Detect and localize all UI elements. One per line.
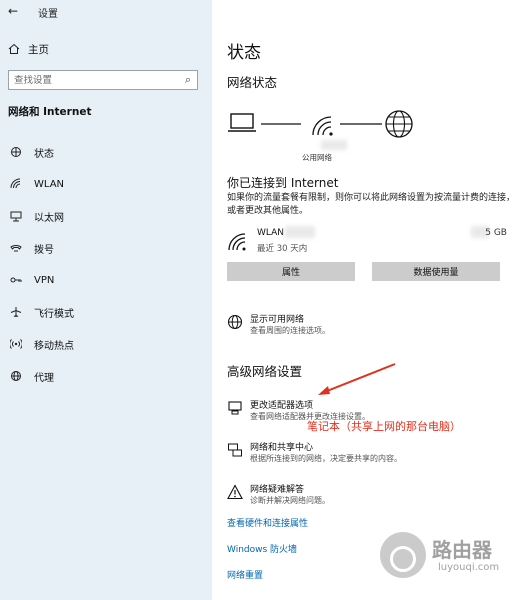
sidebar-item-label: 状态 (34, 148, 54, 160)
search-input[interactable] (14, 74, 179, 86)
properties-button[interactable]: 属性 (227, 262, 355, 281)
connected-title: 你已连接到 Internet (227, 176, 339, 190)
show-available-networks[interactable]: 显示可用网络 查看周围的连接选项。 (227, 312, 517, 346)
airplane-icon (10, 307, 22, 317)
globe-network-icon (227, 314, 243, 330)
home-icon (8, 43, 20, 54)
network-sharing-center[interactable]: 网络和共享中心 根据所连接到的网络，决定要共享的内容。 (227, 440, 517, 474)
sidebar: ← 设置 主页 ⌕ 网络和 Internet 状态 WLAN 以太网 拨号 VP… (0, 0, 212, 600)
sidebar-item-dialup[interactable]: 拨号 (0, 232, 212, 264)
wifi-icon (10, 178, 21, 189)
data-usage-button[interactable]: 数据使用量 (372, 262, 500, 281)
hardware-properties-link[interactable]: 查看硬件和连接属性 (227, 516, 308, 529)
sidebar-item-label: 拨号 (34, 244, 54, 256)
home-nav-item[interactable]: 主页 (8, 40, 198, 58)
sharing-center-icon (228, 443, 242, 457)
search-box[interactable]: ⌕ (8, 70, 198, 90)
sidebar-item-hotspot[interactable]: 移动热点 (0, 328, 212, 360)
option-desc: 根据所连接到的网络，决定要共享的内容。 (250, 454, 402, 463)
main-content: 状态 网络状态 公用网络 你已连接到 Internet 如果你的流量套餐有限制，… (212, 0, 522, 600)
hotspot-icon (10, 339, 22, 349)
sidebar-item-wlan[interactable]: WLAN (0, 168, 212, 200)
search-icon[interactable]: ⌕ (179, 73, 197, 87)
option-desc: 诊断并解决网络问题。 (250, 496, 330, 505)
watermark-text: 路由器 (432, 538, 492, 562)
option-title: 网络疑难解答 (250, 485, 305, 495)
network-troubleshooter[interactable]: 网络疑难解答 诊断并解决网络问题。 (227, 482, 517, 516)
public-network-label: 公用网络 (302, 153, 332, 162)
option-title: 网络和共享中心 (250, 443, 314, 453)
status-icon (11, 147, 21, 157)
watermark-logo-icon (380, 532, 426, 578)
option-title: 更改适配器选项 (250, 401, 314, 411)
sidebar-item-label: 以太网 (34, 212, 64, 224)
connected-description: 如果你的流量套餐有限制，则你可以将此网络设置为按流量计费的连接，或者更改其他属性… (227, 193, 516, 216)
section-title: 网络和 Internet (8, 106, 92, 118)
wlan-usage-row: WLAN 最近 30 天内 5 GB (227, 226, 507, 256)
network-status-heading: 网络状态 (227, 75, 278, 90)
home-label: 主页 (28, 43, 49, 56)
wifi-icon (228, 233, 246, 251)
redacted-ssid (285, 226, 315, 238)
network-reset-link[interactable]: 网络重置 (227, 568, 263, 581)
sidebar-item-label: 代理 (34, 372, 54, 384)
annotation-arrow (318, 363, 396, 395)
title-bar: ← 设置 (0, 0, 212, 24)
sidebar-item-label: 飞行模式 (34, 308, 74, 320)
adapter-icon (228, 401, 242, 415)
wlan-usage: 5 GB (485, 228, 507, 238)
globe-icon (385, 110, 413, 138)
watermark-url: luyouqi.com (438, 562, 500, 573)
option-title: 显示可用网络 (250, 315, 305, 325)
windows-firewall-link[interactable]: Windows 防火墙 (227, 542, 297, 555)
option-desc: 查看周围的连接选项。 (250, 326, 330, 335)
wifi-icon (312, 116, 333, 136)
sidebar-item-airplane[interactable]: 飞行模式 (0, 296, 212, 328)
watermark: 路由器 luyouqi.com (380, 528, 522, 588)
proxy-icon (11, 371, 21, 381)
advanced-settings-heading: 高级网络设置 (227, 364, 303, 379)
laptop-icon (228, 113, 256, 132)
sidebar-item-vpn[interactable]: VPN (0, 264, 212, 296)
app-title: 设置 (38, 9, 58, 20)
sidebar-item-label: WLAN (34, 178, 65, 190)
back-arrow-icon[interactable]: ← (8, 4, 18, 18)
sidebar-item-label: 移动热点 (34, 340, 74, 352)
vpn-icon (10, 277, 22, 283)
warning-icon (227, 484, 243, 500)
sidebar-item-status[interactable]: 状态 (0, 136, 212, 168)
sidebar-item-proxy[interactable]: 代理 (0, 360, 212, 392)
page-title: 状态 (227, 43, 261, 63)
sidebar-nav: 状态 WLAN 以太网 拨号 VPN 飞行模式 移动热点 代理 (0, 136, 212, 392)
sidebar-item-ethernet[interactable]: 以太网 (0, 200, 212, 232)
ethernet-icon (10, 211, 22, 222)
wlan-period: 最近 30 天内 (257, 244, 308, 254)
sidebar-item-label: VPN (34, 274, 55, 286)
annotation-text: 笔记本（共享上网的那台电脑） (307, 420, 461, 433)
wlan-name: WLAN (257, 228, 285, 238)
dialup-icon (10, 245, 22, 252)
